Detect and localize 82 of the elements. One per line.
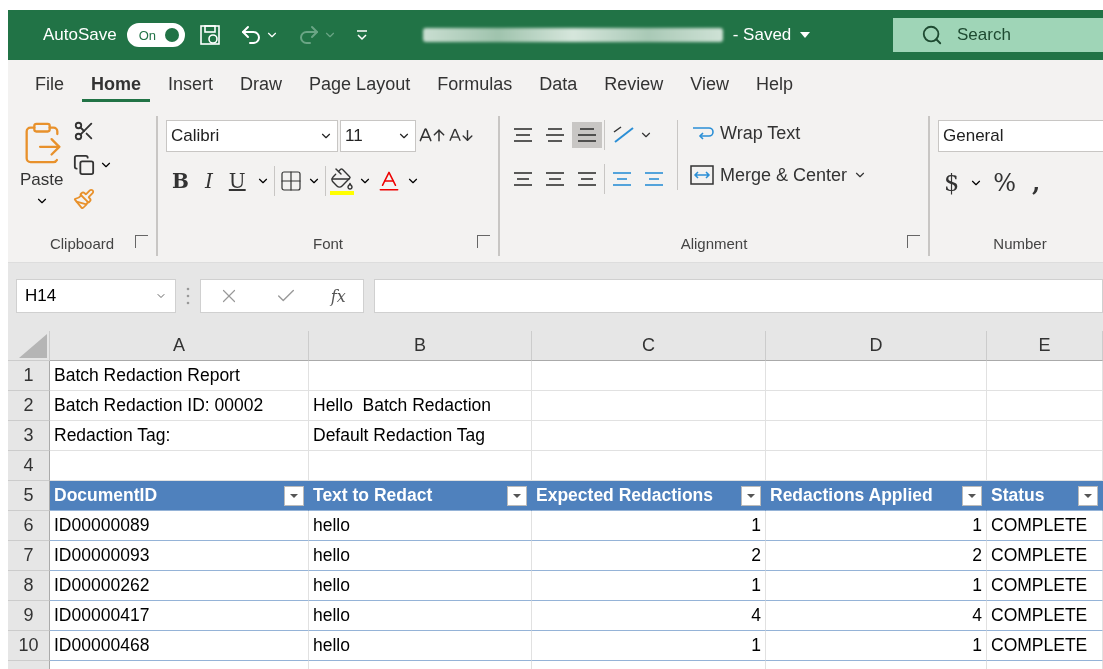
table-cell: 1 xyxy=(532,631,766,661)
table-cell: 1 xyxy=(766,631,987,661)
table-cell: Default Redaction Tag xyxy=(309,421,532,451)
number-format-button[interactable]: , xyxy=(1026,166,1047,199)
table-cell: COMPLETE xyxy=(987,601,1103,631)
table-cell: ID00000468 xyxy=(50,631,309,661)
table-cell: ID00000262 xyxy=(50,571,309,601)
font-name-field[interactable]: Calibri xyxy=(166,120,338,152)
table-cell: 1 xyxy=(766,511,987,541)
wrap-text-button[interactable]: Wrap Text xyxy=(686,120,805,146)
paste-button[interactable]: Paste xyxy=(16,168,68,192)
ribbon-tab[interactable]: Data xyxy=(530,68,587,102)
table-cell: 1 xyxy=(766,571,987,601)
table-cell: Hello Batch Redaction xyxy=(309,391,532,421)
number-format-field[interactable]: General xyxy=(938,120,1103,152)
table-cell: COMPLETE xyxy=(987,541,1103,571)
table-header-cell: Status xyxy=(987,481,1103,511)
row-header[interactable]: 8 xyxy=(8,571,50,601)
ribbon-tab[interactable]: Help xyxy=(746,68,802,102)
ribbon-tab[interactable]: Formulas xyxy=(428,68,522,102)
autosave-label: AutoSave xyxy=(43,25,117,45)
name-box[interactable]: H14 xyxy=(16,279,176,313)
table-cell: 2 xyxy=(532,541,766,571)
row-header[interactable]: 1 xyxy=(8,361,50,391)
group-label: Number xyxy=(993,235,1047,254)
row-header[interactable]: 3 xyxy=(8,421,50,451)
table-header-cell: Expected Redactions xyxy=(532,481,766,511)
table-cell: hello xyxy=(309,631,532,661)
row-header[interactable]: 6 xyxy=(8,511,50,541)
table-cell: COMPLETE xyxy=(987,511,1103,541)
table-cell: 4 xyxy=(532,601,766,631)
format-button[interactable]: B xyxy=(166,167,195,195)
number-format-button[interactable]: % xyxy=(987,166,1023,199)
column-header[interactable]: B xyxy=(309,331,532,361)
table-cell: COMPLETE xyxy=(987,571,1103,601)
row-header[interactable]: 10 xyxy=(8,631,50,661)
table-cell: COMPLETE xyxy=(987,631,1103,661)
row-header[interactable]: 7 xyxy=(8,541,50,571)
row-header[interactable]: 2 xyxy=(8,391,50,421)
table-cell: ID00000417 xyxy=(50,601,309,631)
saved-status: - Saved xyxy=(732,25,792,45)
column-header[interactable]: C xyxy=(532,331,766,361)
column-header[interactable]: D xyxy=(766,331,987,361)
ribbon-tab[interactable]: Draw xyxy=(231,68,292,102)
ribbon-tab[interactable]: Page Layout xyxy=(300,68,420,102)
table-header-cell: Text to Redact xyxy=(309,481,532,511)
ribbon-tab[interactable]: Home xyxy=(82,68,151,102)
merge-center-button[interactable]: Merge & Center xyxy=(686,162,872,188)
row-header[interactable]: 9 xyxy=(8,601,50,631)
table-cell: hello xyxy=(309,541,532,571)
insert-function-button[interactable]: fx xyxy=(330,286,346,306)
group-label: Clipboard xyxy=(49,235,115,254)
ribbon-tab[interactable]: View xyxy=(681,68,738,102)
column-header[interactable]: E xyxy=(987,331,1103,361)
row-header[interactable]: 5 xyxy=(8,481,50,511)
ribbon-tab[interactable]: Insert xyxy=(159,68,223,102)
table-header-cell: Redactions Applied xyxy=(766,481,987,511)
table-cell: hello xyxy=(309,601,532,631)
table-cell: 1 xyxy=(532,571,766,601)
table-cell: ID00000089 xyxy=(50,511,309,541)
column-header[interactable]: A xyxy=(50,331,309,361)
format-button[interactable]: I xyxy=(198,167,219,195)
table-cell: hello xyxy=(309,571,532,601)
table-cell: Redaction Tag: xyxy=(50,421,309,451)
ribbon-tab[interactable]: File xyxy=(26,68,73,102)
group-label: Font xyxy=(313,235,343,254)
row-header[interactable]: 4 xyxy=(8,451,50,481)
table-cell: 1 xyxy=(532,511,766,541)
table-cell: Batch Redaction Report xyxy=(50,361,309,391)
search-field[interactable]: Search xyxy=(893,18,1103,52)
number-format-button[interactable]: $ xyxy=(938,166,966,199)
table-cell: ID00000093 xyxy=(50,541,309,571)
table-cell: Batch Redaction ID: 00002 xyxy=(50,391,309,421)
font-size-field[interactable]: 11 xyxy=(340,120,416,152)
table-cell: 2 xyxy=(766,541,987,571)
table-header-cell: DocumentID xyxy=(50,481,309,511)
format-button[interactable]: U xyxy=(222,167,252,195)
group-label: Alignment xyxy=(680,235,748,254)
table-cell: hello xyxy=(309,511,532,541)
table-cell: 4 xyxy=(766,601,987,631)
autosave-toggle[interactable]: On xyxy=(126,23,185,47)
ribbon-tab[interactable]: Review xyxy=(595,68,673,102)
